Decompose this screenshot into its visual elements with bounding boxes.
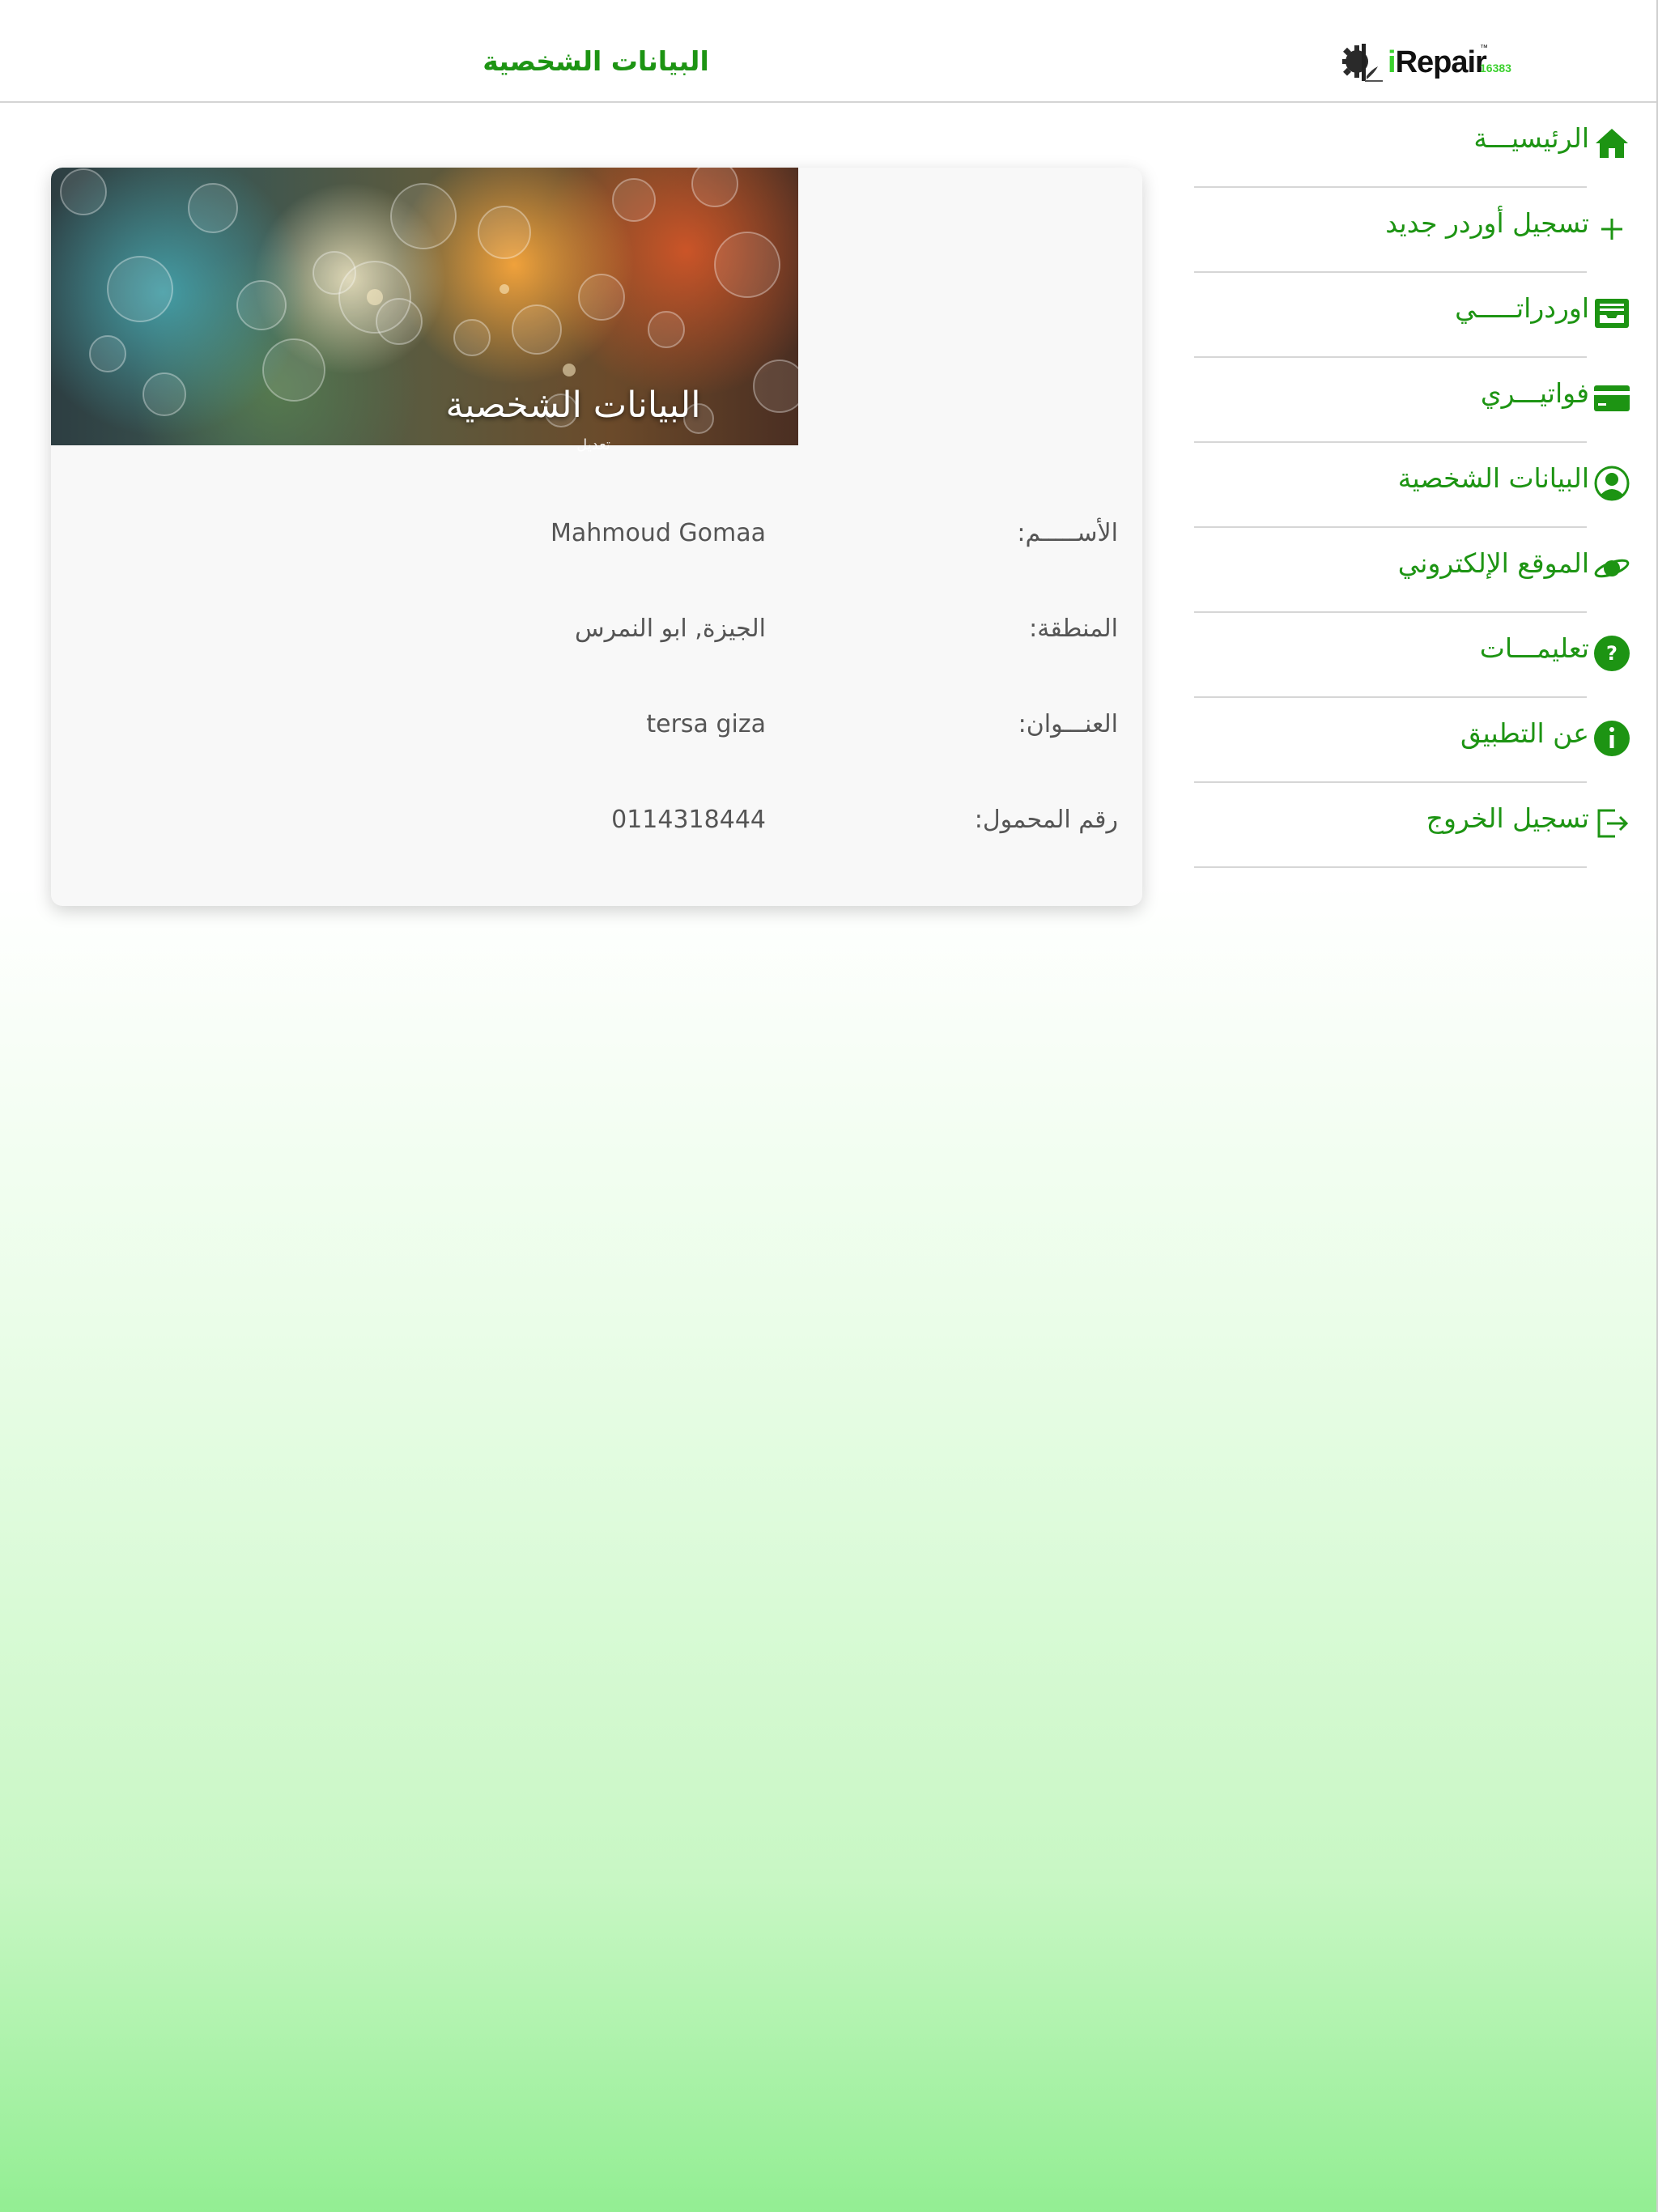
logo-text: iRepair	[1388, 45, 1487, 79]
sidebar-item-invoices[interactable]: فواتيـــري	[1194, 358, 1631, 443]
page-title: البيانات الشخصية	[483, 45, 709, 77]
sidebar-item-label: تسجيل أوردر جديد	[1385, 207, 1589, 239]
sidebar-item-new-order[interactable]: تسجيل أوردر جديد	[1194, 188, 1631, 273]
sidebar-item-label: تعليمـــات	[1479, 632, 1589, 664]
sidebar-item-instructions[interactable]: تعليمـــات ?	[1194, 613, 1631, 698]
sidebar-item-label: اوردراتـــــي	[1455, 292, 1589, 324]
sidebar-item-website[interactable]: الموقع الإلكتروني	[1194, 528, 1631, 613]
sidebar-item-my-orders[interactable]: اوردراتـــــي	[1194, 273, 1631, 358]
help-icon: ?	[1592, 634, 1631, 673]
field-value: Mahmoud Gomaa	[550, 519, 766, 547]
sidebar-item-profile[interactable]: البيانات الشخصية	[1194, 443, 1631, 528]
planet-icon	[1592, 549, 1631, 588]
logo-trademark: ™	[1480, 44, 1488, 53]
edit-link[interactable]: تعديل	[553, 436, 634, 453]
field-row-mobile: رقم المحمول: 0114318444	[51, 806, 1142, 854]
inbox-icon	[1592, 294, 1631, 333]
plus-icon	[1592, 209, 1631, 248]
credit-card-icon	[1592, 379, 1631, 418]
sidebar-item-label: عن التطبيق	[1460, 717, 1589, 749]
info-icon	[1592, 719, 1631, 758]
sidebar-item-label: الرئيسيـــة	[1473, 122, 1589, 154]
sidebar-item-label: فواتيـــري	[1480, 377, 1589, 409]
banner-title: البيانات الشخصية	[445, 385, 701, 426]
profile-banner: البيانات الشخصية	[51, 168, 798, 445]
field-label: المنطقة:	[1029, 615, 1118, 643]
sidebar-item-label: تسجيل الخروج	[1426, 802, 1589, 834]
profile-card: البيانات الشخصية تعديل الأســـــم: Mahmo…	[51, 168, 1142, 906]
sidebar-item-label: البيانات الشخصية	[1397, 462, 1589, 494]
sidebar-item-about[interactable]: عن التطبيق	[1194, 698, 1631, 783]
field-value: tersa giza	[646, 710, 766, 738]
field-value: 0114318444	[611, 806, 766, 834]
field-row-name: الأســـــم: Mahmoud Gomaa	[51, 519, 1142, 568]
logo-number: 16383	[1480, 62, 1511, 74]
home-icon	[1592, 124, 1631, 163]
sidebar-item-logout[interactable]: تسجيل الخروج	[1194, 783, 1631, 868]
field-label: الأســـــم:	[1017, 519, 1118, 547]
field-row-region: المنطقة: الجيزة, ابو النمرس	[51, 615, 1142, 663]
field-label: العنـــوان:	[1018, 710, 1118, 738]
sidebar-item-label: الموقع الإلكتروني	[1397, 547, 1589, 579]
field-label: رقم المحمول:	[974, 806, 1118, 834]
svg-text:?: ?	[1606, 642, 1618, 665]
gear-logo-icon	[1342, 44, 1383, 82]
field-row-address: العنـــوان: tersa giza	[51, 710, 1142, 759]
user-icon	[1592, 464, 1631, 503]
field-value: الجيزة, ابو النمرس	[574, 615, 766, 643]
sidebar-item-home[interactable]: الرئيسيـــة	[1194, 103, 1631, 188]
irepair-logo[interactable]: iRepair ™ 16383	[1337, 37, 1516, 86]
logout-icon	[1592, 804, 1631, 843]
app-header: iRepair ™ 16383 البيانات الشخصية	[0, 0, 1658, 103]
